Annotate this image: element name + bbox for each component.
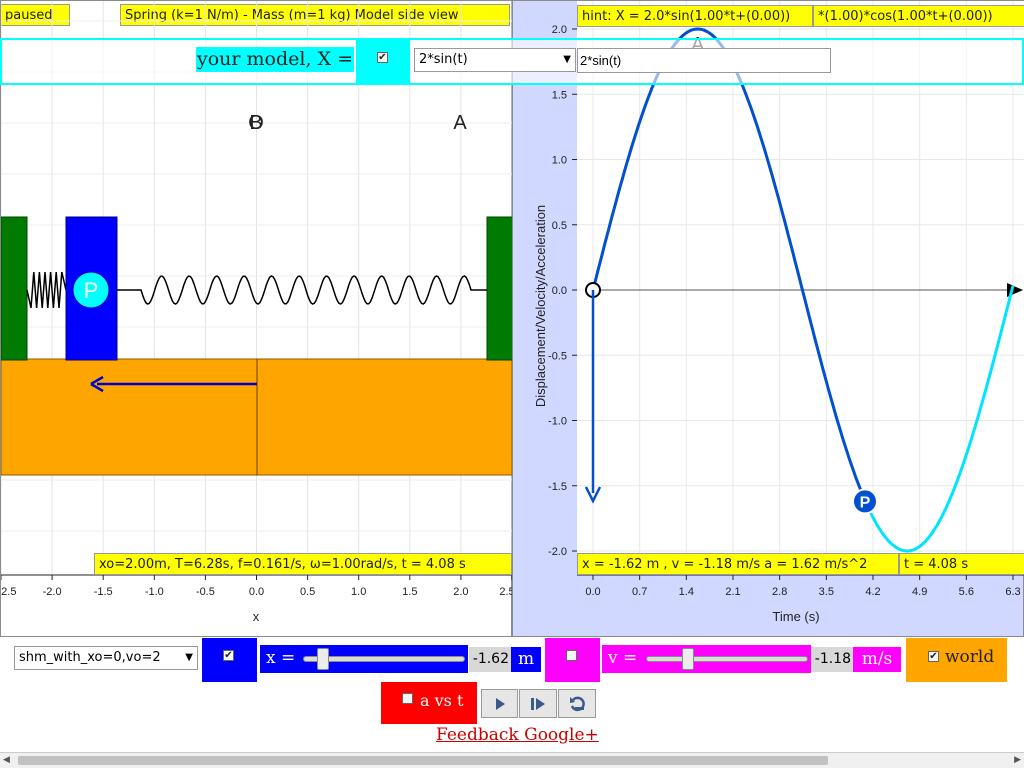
- scene-x-ticks: -2.5 -2.0 -1.5 -1.0 -0.5 0.0 0.5 1.0 1.5 2.0 2.5: [1, 575, 513, 598]
- graph-x-tick-label: 0.0: [585, 586, 600, 598]
- label-o: O: [248, 112, 264, 134]
- preset-select-value: shm_with_xo=0,vo=2: [19, 650, 161, 665]
- graph-y-tick-label: 2.0: [552, 24, 567, 36]
- avst-label: a vs t: [420, 691, 464, 710]
- scene-x-axis-label: x: [253, 609, 260, 624]
- graph-x-tick-label: 0.7: [632, 586, 647, 598]
- graph-x-tick-label: 1.4: [679, 586, 694, 598]
- scene-tick-label: -1.5: [94, 586, 113, 598]
- graph-x-tick-label: 3.5: [819, 586, 834, 598]
- left-spring: [26, 271, 67, 309]
- graph-x-tick-label: 5.6: [959, 586, 974, 598]
- world-checkbox[interactable]: ✔: [928, 651, 939, 662]
- mass-point-label: P: [84, 278, 99, 303]
- x-value: -1.62: [469, 647, 511, 672]
- scene-tick-label: -2.5: [1, 586, 16, 598]
- right-spring: [117, 275, 487, 305]
- scroll-right-arrow[interactable]: ▶: [1014, 755, 1021, 765]
- v-slider-thumb[interactable]: [682, 648, 694, 670]
- graph-y-label: Displacement/Velocity/Acceleration: [533, 205, 548, 407]
- scene-tick-label: 0.0: [249, 586, 264, 598]
- graph-y-tick-label: 0.5: [552, 220, 567, 232]
- graph-x-label: Time (s): [772, 609, 819, 624]
- x-unit: m: [511, 647, 541, 672]
- model-dropdown[interactable]: 2*sin(t) ▼: [414, 48, 576, 72]
- model-dropdown-value: 2*sin(t): [419, 52, 468, 67]
- graph-y-tick-label: -2.0: [548, 546, 567, 558]
- x-checkbox[interactable]: ✔: [223, 650, 234, 661]
- graph-svg: 2.0 1.5 1.0 0.5 0.0 -0.5 -1.0 -1.5 -2.0 0.0 0.7 1.…: [533, 1, 1024, 624]
- scene-tick-label: -2.0: [43, 586, 62, 598]
- graph-x-tick-label: 2.1: [725, 586, 740, 598]
- feedback-link[interactable]: Feedback Google+: [436, 725, 599, 745]
- scene-tick-label: 1.5: [402, 586, 417, 598]
- scroll-left-arrow[interactable]: ◀: [3, 755, 10, 765]
- step-icon: [531, 697, 545, 710]
- model-checkbox[interactable]: ✔: [377, 52, 388, 63]
- graph-x-ticks: 0.0 0.7 1.4 2.1 2.8 3.5 4.2 4.9 5.6 6.3: [585, 575, 1021, 598]
- play-button[interactable]: [481, 689, 518, 718]
- model-input[interactable]: [577, 48, 831, 73]
- scene-svg: P B O A -2.5-2.0-1.5-1.0-0.50.00.51.01.5…: [1, 1, 513, 624]
- horizontal-scrollbar[interactable]: ◀ ▶: [0, 752, 1024, 768]
- graph-y-tick-label: -1.5: [548, 481, 567, 493]
- graph-panel: 2.0 1.5 1.0 0.5 0.0 -0.5 -1.0 -1.5 -2.0 0.0 0.7 1.…: [512, 0, 1024, 637]
- graph-x-tick-label: 2.8: [772, 586, 787, 598]
- v-value: -1.18: [811, 647, 853, 672]
- preset-select[interactable]: shm_with_xo=0,vo=2 ▼: [14, 646, 198, 670]
- graph-y-tick-label: 1.0: [552, 155, 567, 167]
- x-slider-thumb[interactable]: [317, 648, 330, 670]
- scene-tick-label: 2.5: [499, 586, 513, 598]
- step-button[interactable]: [519, 689, 557, 718]
- right-wall: [486, 216, 513, 361]
- v-unit: m/s: [853, 647, 901, 672]
- curve-point-label: P: [860, 494, 871, 511]
- graph-readout: x = -1.62 m , v = -1.18 m/s a = 1.62 m/s…: [577, 553, 899, 575]
- model-label: your model, X =: [196, 47, 354, 72]
- reset-icon: [570, 696, 585, 711]
- scroll-thumb[interactable]: [18, 756, 828, 765]
- chevron-down-icon: ▼: [563, 54, 571, 65]
- graph-y-tick-label: 1.5: [552, 89, 567, 101]
- left-wall: [1, 216, 28, 361]
- graph-y-ticks: 2.0 1.5 1.0 0.5 0.0 -0.5 -1.0 -1.5 -2.0: [548, 24, 577, 558]
- graph-y-tick-label: -1.0: [548, 416, 567, 428]
- hint-overflow-label: *(1.00)*cos(1.00*t+(0.00)): [813, 5, 1024, 27]
- scene-tick-label: 2.0: [453, 586, 468, 598]
- scene-tick-label: 0.5: [300, 586, 315, 598]
- scene-tick-label: -0.5: [196, 586, 215, 598]
- label-a: A: [453, 112, 467, 134]
- hint-label: hint: X = 2.0*sin(1.00*t+(0.00)): [577, 5, 813, 27]
- v-slider-track[interactable]: [646, 656, 808, 662]
- v-checkbox[interactable]: [566, 650, 577, 661]
- play-icon: [495, 697, 505, 710]
- v-label: v =: [608, 648, 638, 668]
- scene-info: xo=2.00m, T=6.28s, f=0.161/s, ω=1.00rad/…: [94, 553, 512, 575]
- x-label: x =: [266, 648, 296, 668]
- graph-time-readout: t = 4.08 s: [899, 553, 1024, 575]
- graph-x-tick-label: 6.3: [1005, 586, 1020, 598]
- scene-tick-label: 1.0: [351, 586, 366, 598]
- reset-button[interactable]: [558, 689, 596, 718]
- graph-x-tick-label: 4.9: [912, 586, 927, 598]
- graph-x-tick-label: 4.2: [865, 586, 880, 598]
- graph-y-tick-label: -0.5: [548, 350, 567, 362]
- avst-checkbox[interactable]: [402, 693, 413, 704]
- scene-tick-label: -1.0: [145, 586, 164, 598]
- world-label: world: [945, 647, 995, 667]
- graph-y-tick-label: 0.0: [552, 285, 567, 297]
- scene-panel: P B O A -2.5-2.0-1.5-1.0-0.50.00.51.01.5…: [0, 0, 513, 637]
- chevron-down-icon: ▼: [185, 652, 193, 663]
